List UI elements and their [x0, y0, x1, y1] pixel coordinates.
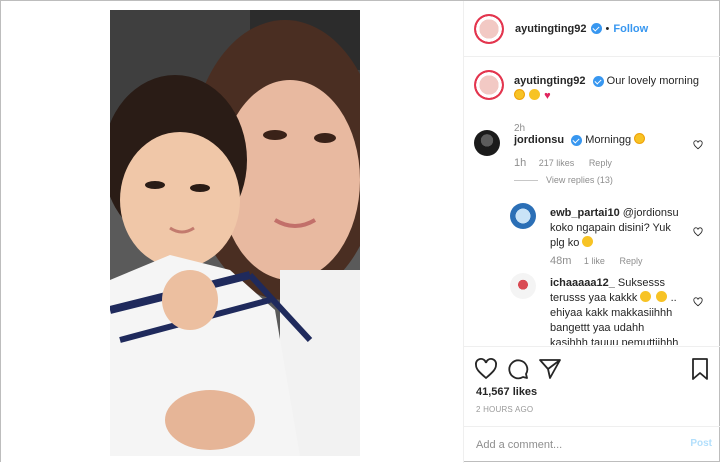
post-timestamp[interactable]: 2 HOURS AGO	[476, 405, 533, 414]
caption-username[interactable]: ayutingting92	[514, 75, 586, 87]
media-pane	[1, 1, 463, 463]
follow-button[interactable]: Follow	[613, 23, 648, 35]
comment-meta: 48m 1 like Reply	[550, 255, 654, 267]
caption-body: Our lovely morning	[606, 75, 699, 87]
kiss-emoji-icon	[655, 291, 667, 302]
comment-time[interactable]: 1h	[514, 157, 526, 169]
heart-eyes-emoji-icon	[529, 89, 541, 100]
comment-username[interactable]: ewb_partai10	[550, 207, 620, 219]
verified-badge-icon	[571, 134, 583, 146]
actions-bar: 41,567 likes 2 HOURS AGO	[464, 346, 720, 426]
commenter-avatar[interactable]	[510, 203, 536, 229]
verified-badge-icon	[590, 23, 602, 34]
commenter-avatar[interactable]	[510, 273, 536, 299]
separator-dot: •	[605, 22, 610, 35]
smile-emoji-icon	[582, 236, 594, 247]
kiss-emoji-icon	[640, 291, 652, 302]
reply-button[interactable]: Reply	[619, 256, 642, 266]
comment-username[interactable]: jordionsu	[514, 134, 564, 146]
comments-list[interactable]: ayutingting92 Our lovely morning ♥ 2h jo…	[464, 58, 720, 345]
share-icon[interactable]	[538, 357, 562, 381]
comment-text: ewb_partai10 @jordionsu koko ngapain dis…	[550, 206, 680, 251]
verified-badge-icon	[592, 75, 604, 87]
add-comment-bar: Post	[464, 426, 720, 463]
reply-button[interactable]: Reply	[589, 158, 612, 168]
comment-icon[interactable]	[506, 357, 530, 381]
comment-likes[interactable]: 217 likes	[539, 158, 575, 168]
comment-input[interactable]	[476, 435, 666, 455]
post-dialog: ayutingting92 • Follow ayutingting92 Our…	[0, 0, 720, 463]
likes-count[interactable]: 41,567 likes	[476, 386, 537, 398]
bookmark-icon[interactable]	[688, 357, 712, 381]
comment-text: ichaaaaa12_ Suksesss terusss yaa kakkk .…	[550, 276, 682, 345]
heart-icon[interactable]	[693, 140, 703, 150]
post-button[interactable]: Post	[690, 438, 712, 449]
author-username[interactable]: ayutingting92	[515, 23, 587, 35]
red-heart-emoji-icon: ♥	[544, 90, 551, 102]
view-replies-button[interactable]: View replies (13)	[514, 175, 613, 185]
sun-emoji-icon	[514, 89, 525, 100]
caption-avatar[interactable]	[474, 70, 504, 100]
photo-illustration	[110, 10, 360, 456]
comment-username[interactable]: ichaaaaa12_	[550, 277, 615, 289]
selfie-photo[interactable]	[110, 10, 360, 456]
heart-icon[interactable]	[474, 357, 498, 381]
comment-meta: 1h 217 likes Reply	[514, 157, 624, 169]
heart-icon[interactable]	[693, 227, 703, 237]
commenter-avatar[interactable]	[474, 130, 500, 156]
sun-emoji-icon	[634, 133, 646, 144]
caption-text: ayutingting92 Our lovely morning ♥	[514, 74, 714, 104]
comment-body: Morningg	[585, 134, 632, 146]
details-pane: ayutingting92 • Follow ayutingting92 Our…	[463, 1, 720, 463]
heart-icon[interactable]	[693, 297, 703, 307]
post-header: ayutingting92 • Follow	[464, 1, 720, 57]
comment-text: jordionsu Morningg	[514, 133, 684, 148]
author-avatar[interactable]	[474, 13, 504, 44]
comment-time[interactable]: 48m	[550, 255, 571, 267]
comment-likes[interactable]: 1 like	[584, 256, 605, 266]
